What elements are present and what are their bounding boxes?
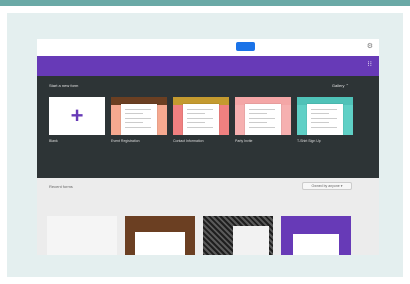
recent-form-card[interactable]: Untitled formOpened 4:12 PM⋮: [47, 216, 117, 255]
preview-line: [311, 109, 337, 110]
preview-line: [125, 109, 151, 110]
top-accent-bar: [0, 0, 410, 6]
preview-line: [187, 113, 205, 114]
thumbnail-page: [135, 232, 185, 255]
settings-icon[interactable]: ⚙: [367, 43, 373, 51]
template-label: Event Registration: [111, 139, 140, 143]
template-preview-page: [121, 104, 157, 135]
template-card-3[interactable]: [173, 97, 229, 135]
template-label: Contact Information: [173, 139, 204, 143]
recent-form-card[interactable]: Event RegistrationOpened 4:10 PM⋮: [125, 216, 195, 255]
gallery-toggle[interactable]: Gallery ⌃: [332, 83, 349, 88]
preview-line: [187, 122, 205, 123]
preview-line: [311, 122, 329, 123]
preview-line: [249, 118, 275, 119]
template-preview-page: [245, 104, 281, 135]
owner-filter-dropdown[interactable]: Owned by anyone ▾: [302, 182, 352, 190]
template-card-5[interactable]: [297, 97, 353, 135]
preview-line: [249, 109, 275, 110]
preview-line: [187, 127, 213, 128]
template-preview-page: [183, 104, 219, 135]
preview-line: [311, 118, 337, 119]
preview-line: [249, 127, 275, 128]
recent-form-card[interactable]: Untitled formOpened 4:00 PM⋮: [281, 216, 351, 255]
preview-line: [311, 113, 329, 114]
grid-icon[interactable]: ⁝⁝: [368, 61, 372, 69]
preview-line: [125, 118, 151, 119]
preview-line: [125, 127, 151, 128]
template-label: Blank: [49, 139, 58, 143]
header-action-button[interactable]: [236, 42, 255, 51]
preview-line: [249, 113, 267, 114]
form-thumbnail: [47, 216, 117, 255]
form-thumbnail: [281, 216, 351, 255]
form-thumbnail: [125, 216, 195, 255]
template-section-title: Start a new form: [49, 83, 79, 88]
preview-line: [125, 122, 143, 123]
preview-line: [125, 113, 143, 114]
template-label: T-Shirt Sign Up: [297, 139, 321, 143]
template-gallery: Start a new form Gallery ⌃ + Blank Event R…: [37, 76, 379, 178]
recent-section-title: Recent forms: [49, 184, 73, 189]
preview-line: [187, 109, 213, 110]
form-thumbnail: [203, 216, 273, 255]
recent-form-card[interactable]: QuizOpened 4:05 PM⋮: [203, 216, 273, 255]
preview-line: [187, 118, 213, 119]
plus-icon: +: [70, 103, 84, 128]
thumbnail-page: [293, 234, 339, 255]
thumbnail-page: [233, 226, 269, 255]
preview-line: [311, 127, 337, 128]
purple-toolbar: ⁝⁝: [37, 56, 379, 76]
template-card-2[interactable]: [111, 97, 167, 135]
template-card-1[interactable]: +: [49, 97, 105, 135]
template-preview-page: [307, 104, 343, 135]
recent-forms-section: Recent forms Owned by anyone ▾ Untitled …: [37, 178, 379, 255]
preview-line: [249, 122, 267, 123]
app-header: ⚙: [37, 39, 379, 56]
template-card-4[interactable]: [235, 97, 291, 135]
template-label: Party Invite: [235, 139, 253, 143]
forms-app-window: ⚙ ⁝⁝ Start a new form Gallery ⌃ + Blank Ev…: [37, 39, 379, 255]
